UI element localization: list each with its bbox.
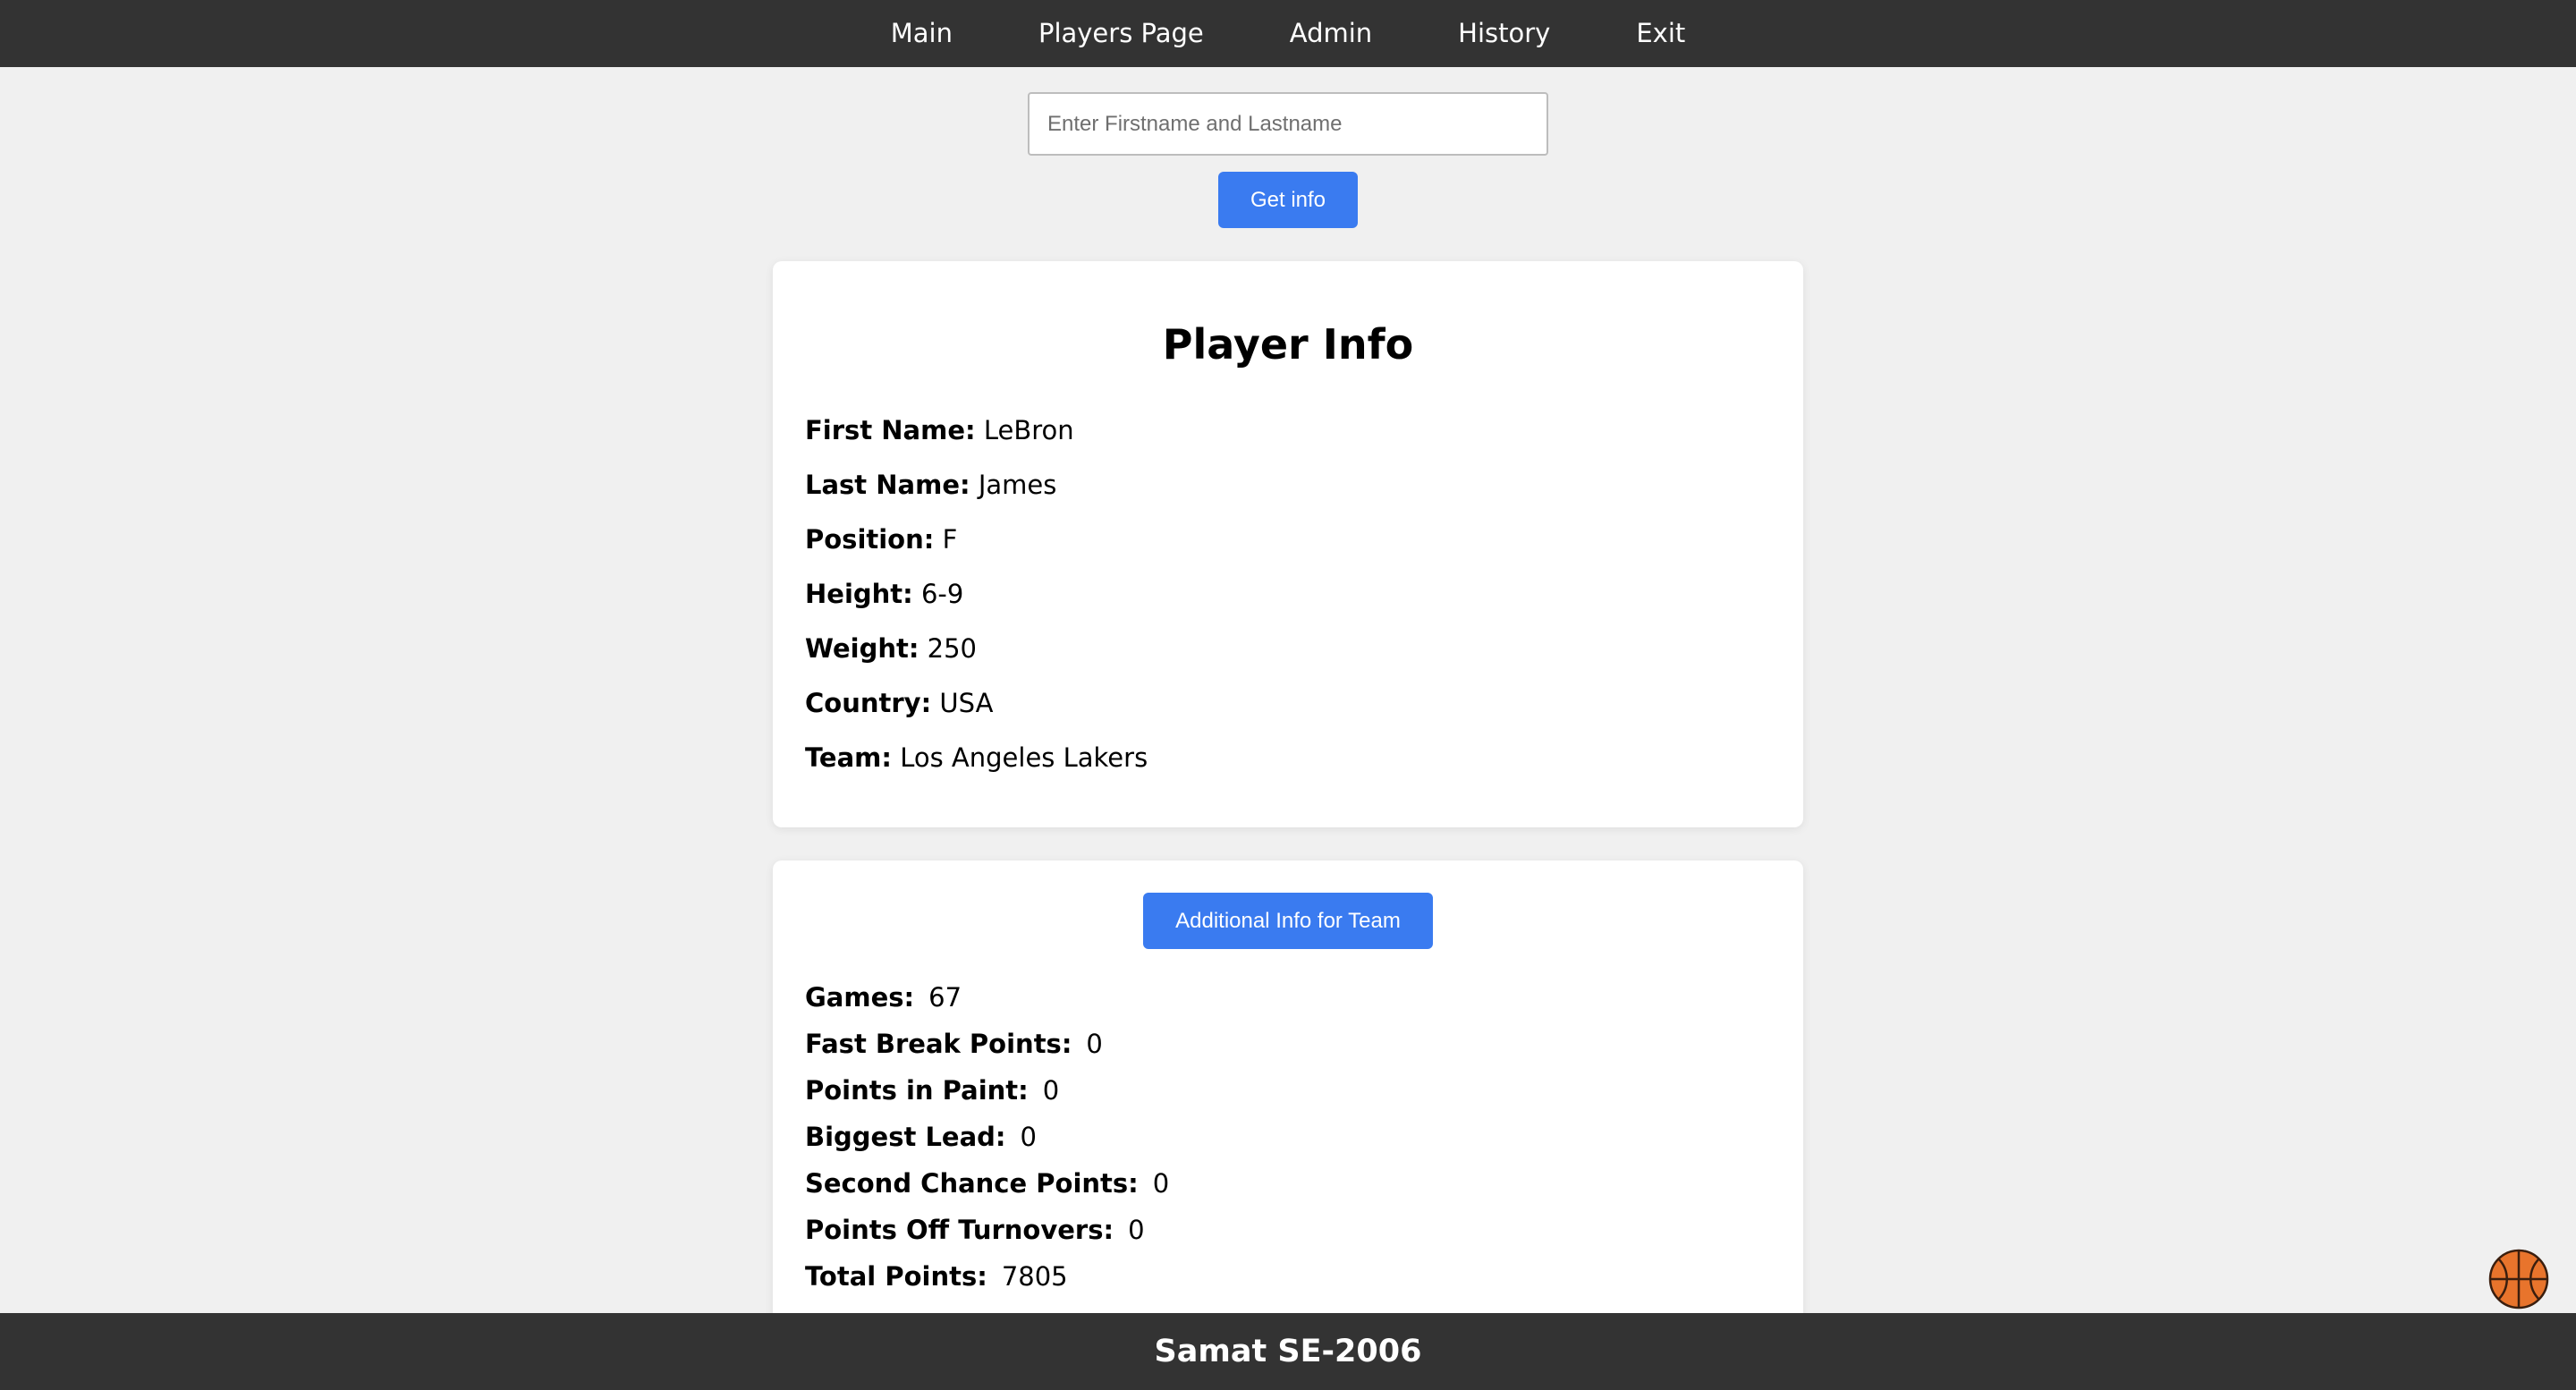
stat-row-biggest-lead: Biggest Lead: 0 [805, 1122, 1037, 1152]
top-navbar: Main Players Page Admin History Exit [0, 0, 2576, 67]
info-label: Height: [805, 579, 913, 609]
nav-history[interactable]: History [1458, 0, 1550, 67]
info-label: Team: [805, 742, 892, 773]
player-info-card: Player Info First Name: LeBron Last Name… [773, 261, 1803, 827]
stat-label: Fast Break Points: [805, 1029, 1072, 1059]
info-row-team: Team: Los Angeles Lakers [805, 742, 1148, 773]
nav-main[interactable]: Main [891, 0, 953, 67]
player-search-input[interactable] [1028, 92, 1548, 156]
info-row-position: Position: F [805, 524, 957, 555]
stat-label: Points Off Turnovers: [805, 1215, 1114, 1245]
stat-value: 7805 [1001, 1261, 1068, 1292]
stat-row-games: Games: 67 [805, 982, 962, 1013]
stat-label: Total Points: [805, 1261, 987, 1292]
stat-row-second-chance-points: Second Chance Points: 0 [805, 1168, 1169, 1199]
stat-value: 0 [1020, 1122, 1037, 1152]
info-value: F [942, 524, 958, 555]
info-label: Position: [805, 524, 935, 555]
stat-label: Games: [805, 982, 915, 1013]
stat-row-fast-break-points: Fast Break Points: 0 [805, 1029, 1103, 1059]
basketball-icon[interactable] [2488, 1249, 2549, 1309]
nav-admin[interactable]: Admin [1290, 0, 1372, 67]
footer-text: Samat SE-2006 [1154, 1334, 1422, 1369]
additional-team-info-button[interactable]: Additional Info for Team [1143, 893, 1433, 949]
info-row-weight: Weight: 250 [805, 633, 977, 664]
info-value: USA [939, 688, 994, 718]
stat-row-points-off-turnovers: Points Off Turnovers: 0 [805, 1215, 1145, 1245]
get-info-button[interactable]: Get info [1218, 172, 1358, 228]
info-row-country: Country: USA [805, 688, 993, 718]
nav-players-page[interactable]: Players Page [1038, 0, 1204, 67]
info-value: LeBron [983, 415, 1074, 445]
stat-label: Second Chance Points: [805, 1168, 1139, 1199]
info-label: Last Name: [805, 470, 970, 500]
stat-label: Biggest Lead: [805, 1122, 1006, 1152]
info-label: Weight: [805, 633, 919, 664]
stat-label: Points in Paint: [805, 1075, 1029, 1106]
info-value: James [978, 470, 1057, 500]
info-row-first-name: First Name: LeBron [805, 415, 1074, 445]
stat-row-total-points: Total Points: 7805 [805, 1261, 1068, 1292]
info-label: First Name: [805, 415, 976, 445]
page-footer: Samat SE-2006 [0, 1313, 2576, 1390]
info-value: 250 [927, 633, 978, 664]
info-row-height: Height: 6-9 [805, 579, 963, 609]
stat-value: 0 [1042, 1075, 1060, 1106]
info-value: 6-9 [920, 579, 964, 609]
player-info-title: Player Info [1162, 320, 1414, 369]
team-info-card: Additional Info for Team Games: 67 Fast B… [773, 860, 1803, 1343]
stat-value: 67 [928, 982, 962, 1013]
nav-exit[interactable]: Exit [1636, 0, 1685, 67]
stat-row-points-in-paint: Points in Paint: 0 [805, 1075, 1059, 1106]
stat-value: 0 [1086, 1029, 1103, 1059]
stat-value: 0 [1128, 1215, 1145, 1245]
info-row-last-name: Last Name: James [805, 470, 1056, 500]
info-label: Country: [805, 688, 932, 718]
info-value: Los Angeles Lakers [900, 742, 1148, 773]
stat-value: 0 [1152, 1168, 1170, 1199]
